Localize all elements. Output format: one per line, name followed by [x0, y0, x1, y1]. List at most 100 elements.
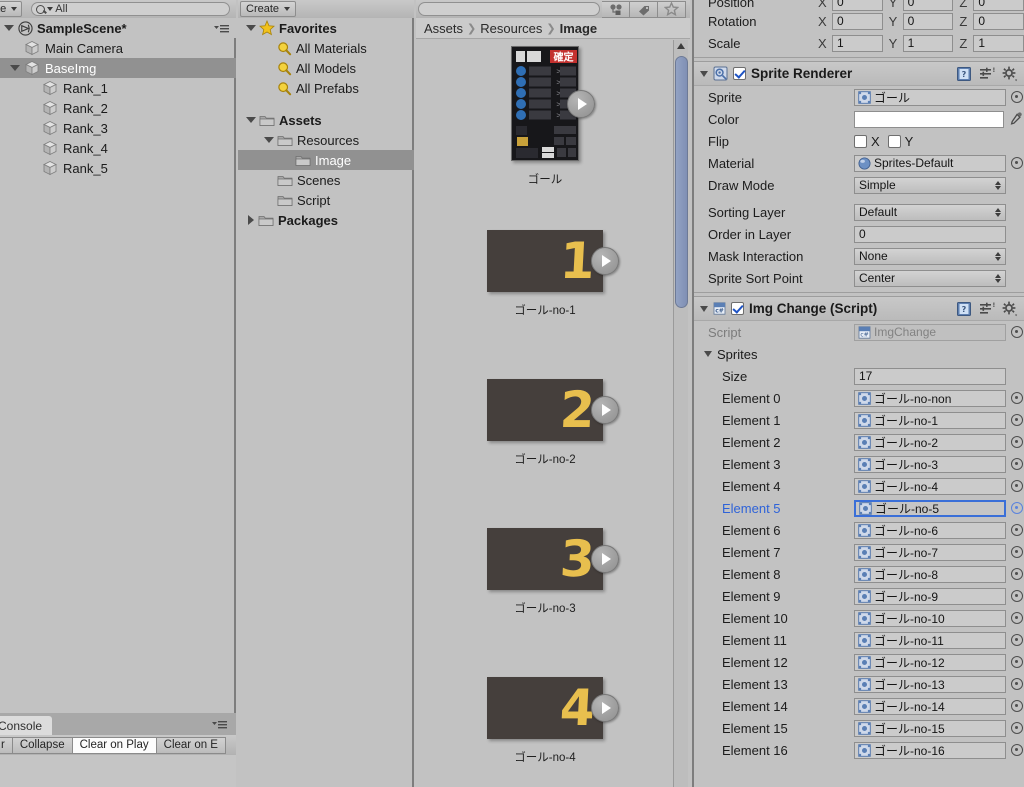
element-object-field[interactable]: ゴール-no-2	[854, 433, 1006, 451]
hierarchy-menu-icon[interactable]	[212, 22, 230, 34]
sprite-preview-play-icon[interactable]	[591, 545, 619, 573]
object-picker-icon[interactable]	[1011, 458, 1023, 470]
transform-z-field[interactable]: 0	[973, 0, 1024, 11]
hierarchy-item-rank-2[interactable]: Rank_2	[0, 98, 236, 118]
console-menu-icon[interactable]	[210, 718, 228, 730]
object-picker-icon[interactable]	[1011, 546, 1023, 558]
element-object-field[interactable]: ゴール-no-16	[854, 741, 1006, 759]
settings-gear-icon[interactable]	[1002, 301, 1018, 317]
settings-gear-icon[interactable]	[1002, 66, 1018, 82]
console-button-clear-on-play[interactable]: Clear on Play	[72, 736, 157, 754]
object-picker-icon[interactable]	[1011, 634, 1023, 646]
project-item-all-prefabs[interactable]: All Prefabs	[238, 78, 414, 98]
element-object-field[interactable]: ゴール-no-8	[854, 565, 1006, 583]
asset-thumbnail[interactable]: 3	[487, 528, 603, 590]
transform-y-field[interactable]: 1	[902, 34, 954, 52]
object-picker-icon[interactable]	[1011, 678, 1023, 690]
object-picker-icon[interactable]	[1011, 568, 1023, 580]
object-picker-icon[interactable]	[1011, 744, 1023, 756]
project-item-scenes[interactable]: Scenes	[238, 170, 414, 190]
tab-console[interactable]: Console	[0, 716, 53, 735]
foldout-triangle-icon[interactable]	[700, 305, 708, 312]
preset-icon[interactable]: !	[979, 302, 995, 316]
object-picker-icon[interactable]	[1011, 590, 1023, 602]
sprite-object-field[interactable]: ゴール	[854, 88, 1006, 106]
transform-y-field[interactable]: 0	[902, 12, 954, 30]
hierarchy-item-main-camera[interactable]: Main Camera	[0, 38, 236, 58]
asset-tile[interactable]: 確定 > > > > > ゴール	[416, 46, 674, 187]
favorite-star-icon[interactable]	[658, 0, 686, 18]
hierarchy-scene-row[interactable]: SampleScene*	[0, 18, 236, 38]
type-filter-icon[interactable]	[602, 0, 630, 18]
breadcrumb-item-image[interactable]: Image	[560, 21, 598, 36]
object-picker-icon[interactable]	[1011, 91, 1023, 103]
foldout-triangle-icon[interactable]	[246, 25, 256, 31]
object-picker-icon[interactable]	[1011, 612, 1023, 624]
flip-y-checkbox[interactable]	[887, 134, 901, 148]
asset-thumbnail[interactable]: 2	[487, 379, 603, 441]
element-object-field[interactable]: ゴール-no-3	[854, 455, 1006, 473]
element-object-field[interactable]: ゴール-no-9	[854, 587, 1006, 605]
flip-x-checkbox[interactable]	[854, 134, 867, 148]
hierarchy-item-rank-3[interactable]: Rank_3	[0, 118, 236, 138]
project-item-favorites[interactable]: Favorites	[238, 18, 414, 38]
asset-thumbnail[interactable]: 4	[487, 677, 603, 739]
console-button-collapse[interactable]: Collapse	[12, 736, 73, 754]
foldout-triangle-icon[interactable]	[264, 137, 274, 143]
asset-tile[interactable]: 1 ゴール-no-1	[416, 230, 674, 318]
object-picker-icon[interactable]	[1011, 656, 1023, 668]
transform-z-field[interactable]: 1	[973, 34, 1024, 52]
console-button-clear-on-e[interactable]: Clear on E	[156, 736, 226, 754]
object-picker-icon[interactable]	[1011, 157, 1023, 169]
object-picker-icon[interactable]	[1011, 392, 1023, 404]
project-item-script[interactable]: Script	[238, 190, 414, 210]
asset-thumbnail[interactable]: 1	[487, 230, 603, 292]
element-object-field[interactable]: ゴール-no-6	[854, 521, 1006, 539]
foldout-triangle-icon[interactable]	[704, 351, 712, 357]
transform-x-field[interactable]: 1	[832, 34, 883, 52]
foldout-triangle-icon[interactable]	[700, 70, 708, 77]
sprites-foldout-row[interactable]: Sprites	[694, 343, 1024, 365]
project-item-assets[interactable]: Assets	[238, 110, 414, 130]
element-object-field[interactable]: ゴール-no-13	[854, 675, 1006, 693]
object-picker-icon[interactable]	[1011, 480, 1023, 492]
object-picker-icon[interactable]	[1011, 326, 1023, 338]
color-swatch-field[interactable]	[854, 110, 1004, 128]
foldout-triangle-icon[interactable]	[248, 215, 254, 225]
element-object-field[interactable]: ゴール-no-12	[854, 653, 1006, 671]
object-picker-icon[interactable]	[1011, 524, 1023, 536]
hierarchy-item-baseimg[interactable]: BaseImg	[0, 58, 236, 78]
transform-x-field[interactable]: 0	[832, 12, 883, 30]
asset-search-input[interactable]	[418, 2, 600, 16]
element-object-field[interactable]: ゴール-no-11	[854, 631, 1006, 649]
help-book-icon[interactable]: ?	[956, 301, 972, 317]
sprite-preview-play-icon[interactable]	[591, 396, 619, 424]
element-object-field[interactable]: ゴール-no-10	[854, 609, 1006, 627]
mask-interaction-dropdown[interactable]: None	[854, 247, 1006, 265]
element-object-field[interactable]: ゴール-no-15	[854, 719, 1006, 737]
element-object-field[interactable]: ゴール-no-4	[854, 477, 1006, 495]
draw-mode-dropdown[interactable]: Simple	[854, 176, 1006, 194]
order-in-layer-field[interactable]: 0	[854, 225, 1006, 243]
asset-tile[interactable]: 3 ゴール-no-3	[416, 528, 674, 616]
transform-z-field[interactable]: 0	[973, 12, 1024, 30]
element-object-field[interactable]: ゴール-no-1	[854, 411, 1006, 429]
hierarchy-search-input[interactable]: All	[31, 2, 230, 16]
foldout-triangle-icon[interactable]	[10, 65, 20, 71]
preset-icon[interactable]: !	[979, 67, 995, 81]
breadcrumb-item-resources[interactable]: Resources	[480, 21, 542, 36]
label-filter-icon[interactable]	[630, 0, 658, 18]
sprite-preview-play-icon[interactable]	[567, 89, 595, 118]
element-object-field[interactable]: ゴール-no-5	[854, 499, 1006, 517]
help-book-icon[interactable]: ?	[956, 66, 972, 82]
hierarchy-item-rank-4[interactable]: Rank_4	[0, 138, 236, 158]
element-object-field[interactable]: ゴール-no-14	[854, 697, 1006, 715]
material-object-field[interactable]: Sprites-Default	[854, 154, 1006, 172]
transform-y-field[interactable]: 0	[902, 0, 954, 11]
hierarchy-item-rank-1[interactable]: Rank_1	[0, 78, 236, 98]
foldout-triangle-icon[interactable]	[246, 117, 256, 123]
project-item-all-materials[interactable]: All Materials	[238, 38, 414, 58]
breadcrumb-item-assets[interactable]: Assets	[424, 21, 463, 36]
transform-x-field[interactable]: 0	[832, 0, 883, 11]
asset-grid-scrollbar[interactable]	[673, 40, 688, 787]
